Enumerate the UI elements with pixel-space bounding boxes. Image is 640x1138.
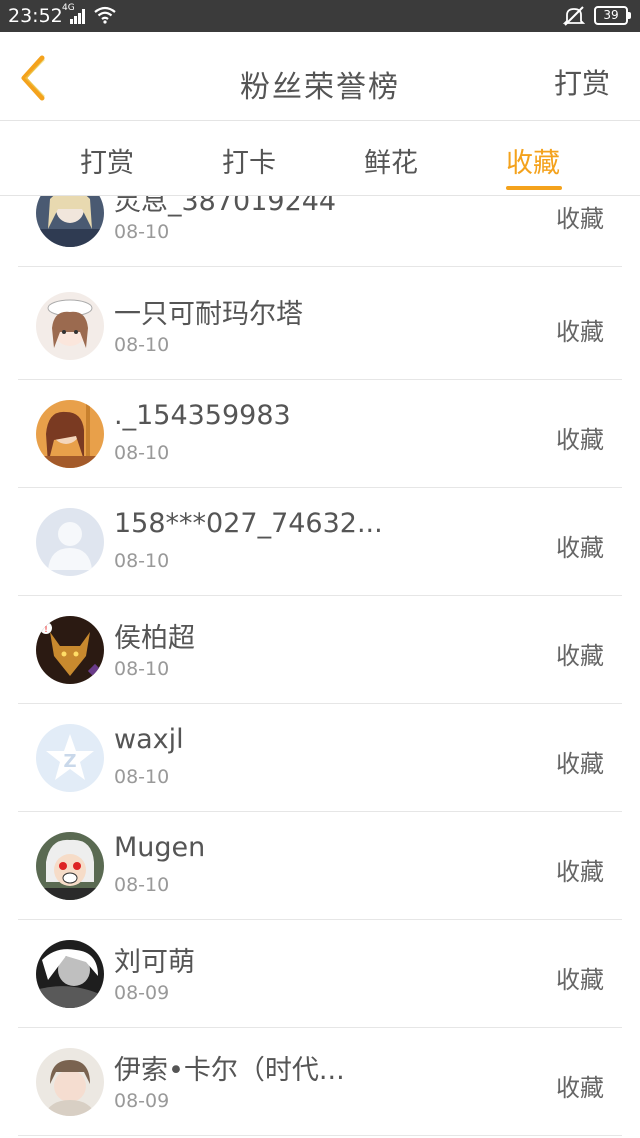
list-item[interactable]: 刘可萌 08-09 收藏 [0,920,640,1028]
tab-reward[interactable]: 打赏 [62,141,152,180]
list-item[interactable]: 一只可耐玛尔塔 08-10 收藏 [0,272,640,380]
list-item[interactable]: Z waxjl 08-10 收藏 [0,704,640,812]
list-item[interactable]: Mugen 08-10 收藏 [0,812,640,920]
divider [18,266,622,267]
tab-bar: 打赏 打卡 鲜花 收藏 [0,121,640,196]
list-item[interactable]: 伊索•卡尔（时代... 08-09 收藏 [0,1028,640,1136]
action-label: 收藏 [556,858,604,886]
avatar: ! [36,616,104,684]
user-name: 158***027_74632... [114,508,383,539]
user-date: 08-10 [114,550,170,572]
action-label: 收藏 [556,1074,604,1102]
tab-flowers[interactable]: 鲜花 [346,141,436,180]
avatar [36,832,104,900]
action-label: 收藏 [556,750,604,778]
fans-list[interactable]: 灵息_387019244 08-10 收藏 一只可耐玛尔塔 08-10 收藏 .… [0,196,640,1138]
active-tab-indicator [506,186,562,190]
avatar [36,1048,104,1116]
mute-icon [562,6,586,26]
wifi-icon [94,6,116,24]
reward-button[interactable]: 打赏 [554,62,610,102]
user-name: 伊索•卡尔（时代... [114,1055,345,1086]
tab-favorites[interactable]: 收藏 [488,141,578,180]
user-name: 灵息_387019244 [114,196,337,217]
qzone-avatar-icon: Z [36,724,104,792]
user-date: 08-09 [114,982,170,1004]
status-bar: 23:52 4G 39 [0,0,640,32]
list-item[interactable]: ! 侯柏超 08-10 收藏 [0,596,640,704]
action-label: 收藏 [556,642,604,670]
avatar [36,292,104,360]
svg-text:!: ! [44,624,48,635]
user-name: 一只可耐玛尔塔 [114,299,303,330]
action-label: 收藏 [556,426,604,454]
user-date: 08-10 [114,334,170,356]
user-name: waxjl [114,724,184,755]
top-nav-bar: 粉丝荣誉榜 打赏 [0,32,640,121]
user-date: 08-10 [114,442,170,464]
avatar [36,940,104,1008]
list-item[interactable]: 灵息_387019244 08-10 收藏 [0,196,640,267]
divider [18,1135,622,1136]
user-name: 侯柏超 [114,623,195,654]
avatar [36,196,104,247]
svg-text:Z: Z [63,751,76,772]
user-name: ._154359983 [114,400,291,431]
default-avatar-icon [36,508,104,576]
signal-icon [70,9,85,24]
user-name: 刘可萌 [114,947,195,978]
battery-level: 39 [603,8,619,22]
battery-icon: 39 [594,6,631,25]
list-item[interactable]: 158***027_74632... 08-10 收藏 [0,488,640,596]
avatar [36,400,104,468]
tab-checkin[interactable]: 打卡 [204,141,294,180]
action-label: 收藏 [556,205,604,233]
list-item[interactable]: ._154359983 08-10 收藏 [0,380,640,488]
user-date: 08-10 [114,658,170,680]
action-label: 收藏 [556,966,604,994]
user-name: Mugen [114,832,206,863]
page-title: 粉丝荣誉榜 [240,70,400,105]
user-date: 08-10 [114,874,170,896]
user-date: 08-10 [114,766,170,788]
status-time: 23:52 [8,5,63,27]
user-date: 08-09 [114,1090,170,1112]
action-label: 收藏 [556,318,604,346]
action-label: 收藏 [556,534,604,562]
user-date: 08-10 [114,221,170,243]
